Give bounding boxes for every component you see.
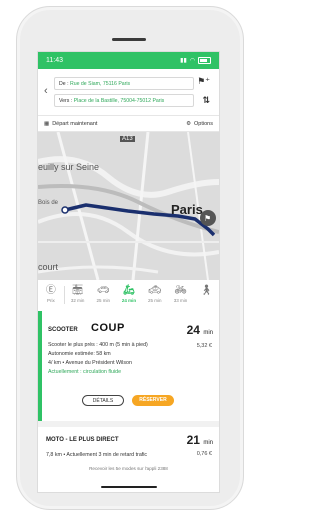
card-detail-line: 4/ km • Avenue du Président Wilson [48, 360, 132, 366]
destination-value: Place de la Bastille, 75004-75012 Paris [73, 98, 165, 104]
options-label: Options [194, 120, 213, 127]
result-card-scooter[interactable]: SCOOTER COUP 24 min 5,32 € Scooter le pl… [38, 311, 219, 421]
duration-unit: min [203, 440, 213, 446]
card-price: 5,32 € [196, 343, 212, 349]
mode-label: 25 min [96, 298, 111, 303]
calendar-icon: ▦ [44, 120, 50, 127]
reserve-button[interactable]: RÉSERVER [132, 395, 174, 406]
details-button[interactable]: DÉTAILS [82, 395, 124, 406]
scooter-icon: 🛵︎ [122, 285, 136, 296]
card-duration: 21 min [187, 433, 213, 447]
add-stop-icon[interactable]: ⚑⁺ [197, 76, 210, 87]
route-header: ‹ De : Rue de Siam, 75116 Paris Vers : P… [38, 69, 219, 116]
phone-speaker [112, 38, 146, 41]
card-detail-line: Scooter le plus près : 400 m (5 min à pi… [48, 342, 148, 348]
status-bar: 11:43 ▮▮ ◠ [38, 52, 219, 69]
card-price: 0,76 € [196, 451, 212, 457]
mode-walk[interactable]: 🚶︎ [193, 280, 219, 298]
origin-field[interactable]: De : Rue de Siam, 75116 Paris [54, 77, 194, 90]
status-icons: ▮▮ ◠ [180, 57, 211, 64]
metro-icon: 🚋︎ [71, 285, 84, 296]
back-arrow-icon[interactable]: ‹ [44, 85, 48, 97]
walk-icon: 🚶︎ [199, 285, 213, 296]
card-duration: 24 min [187, 323, 213, 337]
mode-taxi[interactable]: 🚕︎ 25 min [142, 280, 168, 303]
depart-label: Départ maintenant [52, 120, 98, 127]
result-card-moto[interactable]: MOTO - LE PLUS DIRECT 21 min 0,76 € 7,8 … [38, 427, 219, 492]
duration-value: 24 [186, 323, 200, 337]
mode-car[interactable]: 🚗︎ 25 min [90, 280, 116, 303]
mode-label: Prix [46, 298, 55, 303]
transport-modes: Ⓔ Prix 🚋︎ 32 min 🚗︎ 25 min 🛵︎ 24 min 🚕︎ … [38, 280, 219, 313]
swap-icon[interactable]: ⇅ [202, 95, 210, 106]
status-time: 11:43 [46, 57, 63, 64]
coup-logo: COUP [91, 322, 125, 334]
card-detail-line: Autonomie estimée: 58 km [48, 351, 111, 357]
taxi-icon: 🚕︎ [148, 285, 162, 296]
mode-label: 32 min [70, 298, 85, 303]
mode-bike[interactable]: 🚲︎ 33 min [168, 280, 194, 303]
options-button[interactable]: ⚙ Options [186, 121, 213, 127]
map-view[interactable]: ⚑ euilly sur Seine court Bois de A13 Par… [38, 132, 219, 280]
bike-icon: 🚲︎ [174, 285, 187, 296]
mode-label: 24 min [121, 298, 137, 303]
footer-note: Recevoir les 5e modes sur l'appli 2388 [89, 466, 168, 471]
card-title: SCOOTER [48, 327, 78, 333]
destination-prefix: Vers : [59, 98, 74, 104]
depart-time-button[interactable]: ▦ Départ maintenant [44, 121, 97, 127]
battery-icon [198, 57, 211, 64]
duration-unit: min [203, 330, 213, 336]
duration-value: 21 [186, 433, 200, 447]
traffic-status: Actuellement : circulation fluide [48, 369, 122, 375]
map-road-badge: A13 [120, 136, 135, 142]
map-label-court: court [38, 262, 59, 272]
mode-scooter[interactable]: 🛵︎ 24 min [116, 280, 142, 303]
origin-prefix: De : [59, 81, 70, 87]
mode-metro[interactable]: 🚋︎ 32 min [65, 280, 91, 303]
car-icon: 🚗︎ [96, 285, 110, 296]
card-title: MOTO - LE PLUS DIRECT [46, 437, 119, 443]
origin-value: Rue de Siam, 75116 Paris [69, 81, 131, 87]
svg-text:⚑: ⚑ [204, 214, 211, 223]
mode-price[interactable]: Ⓔ Prix [38, 280, 64, 303]
destination-field[interactable]: Vers : Place de la Bastille, 75004-75012… [54, 94, 194, 107]
app-screen: 11:43 ▮▮ ◠ ‹ De : Rue de Siam, 75116 Par… [38, 52, 219, 492]
card-detail-line: 7,8 km • Actuellement 3 min de retard tr… [46, 452, 148, 458]
map-label-neuilly: euilly sur Seine [38, 162, 100, 172]
wifi-icon: ◠ [189, 58, 195, 64]
euro-icon: Ⓔ [45, 285, 56, 296]
gear-icon: ⚙ [186, 120, 192, 127]
map-label-paris: Paris [171, 202, 203, 217]
map-label-bois: Bois de [38, 200, 59, 206]
home-indicator[interactable] [101, 486, 157, 488]
options-bar: ▦ Départ maintenant ⚙ Options [38, 116, 219, 132]
mode-label: 33 min [173, 298, 188, 303]
signal-icon: ▮▮ [180, 58, 187, 64]
mode-label: 25 min [147, 298, 162, 303]
